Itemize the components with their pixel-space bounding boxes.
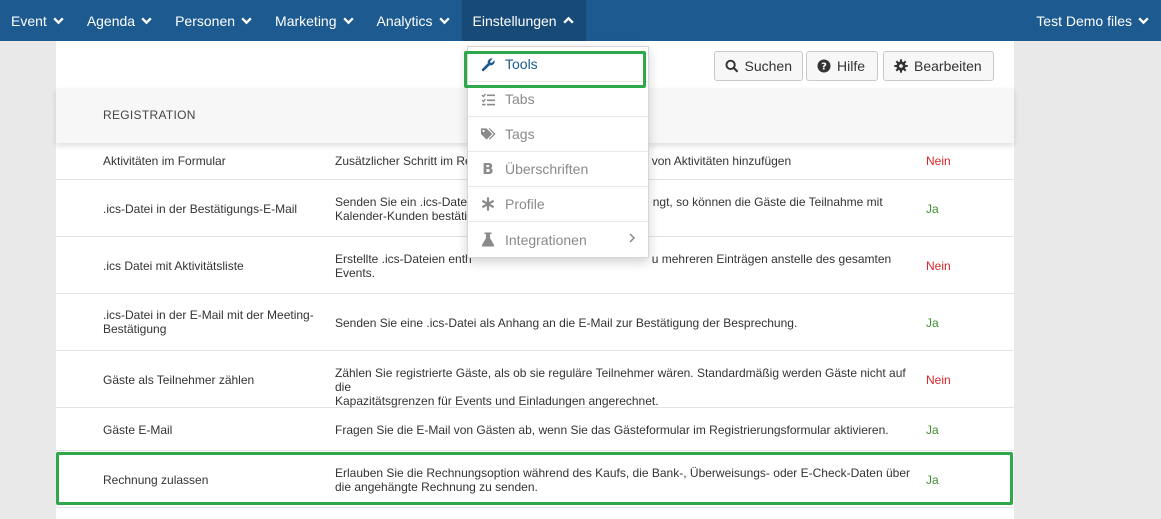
setting-name: Rechnung zulassen bbox=[103, 473, 209, 487]
setting-name: .ics Datei mit Aktivitätsliste bbox=[103, 259, 244, 273]
help-label: Hilfe bbox=[837, 58, 866, 74]
setting-name: Aktivitäten im Formular bbox=[103, 154, 226, 168]
chevron-down-icon bbox=[342, 17, 354, 25]
setting-value: Nein bbox=[926, 154, 951, 168]
chevron-down-icon bbox=[1138, 17, 1149, 25]
setting-description: Erlauben Sie die Rechnungsoption während… bbox=[335, 466, 910, 494]
nav-personen[interactable]: Personen bbox=[164, 0, 264, 41]
setting-name: .ics-Datei in der Bestätigungs-E-Mail bbox=[103, 202, 298, 216]
nav-marketing[interactable]: Marketing bbox=[264, 0, 365, 41]
setting-value: Ja bbox=[926, 423, 939, 437]
nav-einstellungen[interactable]: Einstellungen bbox=[461, 0, 586, 41]
nav-label: Agenda bbox=[86, 12, 136, 29]
nav-label: Personen bbox=[175, 12, 236, 29]
top-navigation: Event Agenda Personen Marketing Analytic… bbox=[0, 0, 1161, 41]
nav-label: Event bbox=[11, 12, 47, 29]
menu-item-label: Tabs bbox=[505, 91, 535, 107]
settings-dropdown-menu: Tools Tabs Tags B Überschriften Profile … bbox=[467, 46, 649, 258]
menu-item-label: Tools bbox=[505, 56, 538, 72]
nav-analytics[interactable]: Analytics bbox=[366, 0, 462, 41]
search-icon bbox=[725, 59, 739, 73]
menu-item-label: Tags bbox=[505, 126, 535, 142]
setting-value: Ja bbox=[926, 473, 939, 487]
search-button[interactable]: Suchen bbox=[714, 51, 803, 81]
bold-icon: B bbox=[482, 160, 494, 178]
edit-button[interactable]: Bearbeiten bbox=[883, 51, 994, 81]
menu-item-tools[interactable]: Tools bbox=[468, 47, 648, 82]
table-row[interactable]: Rechnung zulassen Erlauben Sie die Rechn… bbox=[56, 451, 1014, 508]
setting-value: Ja bbox=[926, 316, 939, 330]
nav-agenda[interactable]: Agenda bbox=[76, 0, 164, 41]
menu-item-label: Überschriften bbox=[505, 161, 589, 177]
setting-description: Zählen Sie registrierte Gäste, als ob si… bbox=[335, 366, 906, 408]
setting-name: .ics-Datei in der E-Mail mit der Meeting… bbox=[103, 308, 314, 336]
svg-text:?: ? bbox=[821, 62, 827, 73]
menu-item-profile[interactable]: Profile bbox=[468, 187, 648, 222]
help-button[interactable]: ? Hilfe bbox=[806, 51, 878, 81]
nav-event[interactable]: Event bbox=[0, 0, 76, 41]
tags-icon bbox=[480, 126, 496, 142]
chevron-right-icon bbox=[629, 233, 636, 243]
checklist-icon bbox=[480, 91, 496, 107]
nav-label: Einstellungen bbox=[472, 12, 557, 29]
chevron-down-icon bbox=[438, 17, 450, 25]
flask-icon bbox=[480, 232, 496, 248]
menu-item-label: Integrationen bbox=[505, 231, 587, 248]
chevron-down-icon bbox=[53, 17, 64, 25]
chevron-up-icon bbox=[562, 16, 574, 24]
nav-label: Analytics bbox=[376, 12, 433, 29]
menu-item-label: Profile bbox=[505, 196, 545, 212]
question-icon: ? bbox=[817, 59, 831, 73]
setting-value: Ja bbox=[926, 202, 939, 216]
menu-item-tags[interactable]: Tags bbox=[468, 117, 648, 152]
edit-label: Bearbeiten bbox=[914, 58, 982, 74]
setting-description: Senden Sie eine .ics-Datei als Anhang an… bbox=[335, 316, 798, 330]
chevron-down-icon bbox=[141, 17, 152, 25]
wrench-icon bbox=[480, 56, 496, 72]
menu-item-ueberschriften[interactable]: B Überschriften bbox=[468, 152, 648, 187]
setting-name: Gäste als Teilnehmer zählen bbox=[103, 373, 255, 387]
account-label: Test Demo files bbox=[1036, 12, 1132, 29]
table-row[interactable]: Gäste E-Mail Fragen Sie die E-Mail von G… bbox=[56, 408, 1014, 451]
menu-item-tabs[interactable]: Tabs bbox=[468, 82, 648, 117]
table-row[interactable]: Gäste als Teilnehmer zählen Zählen Sie r… bbox=[56, 351, 1014, 408]
chevron-down-icon bbox=[241, 17, 252, 25]
setting-description: Fragen Sie die E-Mail von Gästen ab, wen… bbox=[335, 423, 889, 437]
setting-value: Nein bbox=[926, 259, 951, 273]
search-label: Suchen bbox=[744, 58, 792, 74]
section-title: REGISTRATION bbox=[103, 108, 196, 122]
setting-name: Gäste E-Mail bbox=[103, 423, 173, 437]
nav-label: Marketing bbox=[275, 12, 337, 29]
account-menu[interactable]: Test Demo files bbox=[1025, 0, 1161, 41]
gear-icon bbox=[894, 59, 908, 73]
menu-item-integrationen[interactable]: Integrationen bbox=[468, 222, 648, 257]
asterisk-icon bbox=[480, 196, 496, 212]
setting-value: Nein bbox=[926, 373, 951, 387]
table-row[interactable]: .ics-Datei in der E-Mail mit der Meeting… bbox=[56, 294, 1014, 351]
